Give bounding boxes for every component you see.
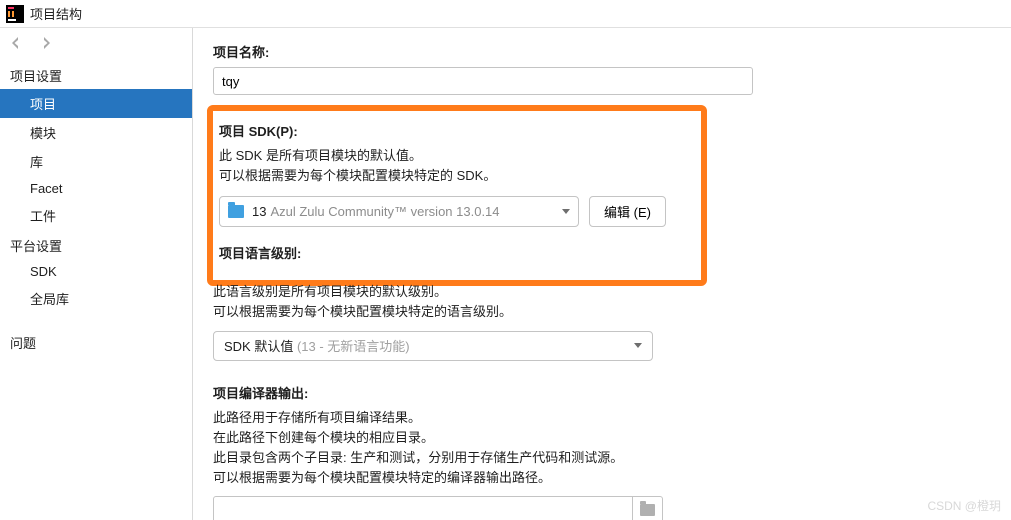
sidebar: 项目设置 项目 模块 库 Facet 工件 平台设置 SDK 全局库 问题 (0, 28, 193, 520)
project-sdk-label: 项目 SDK(P): (219, 121, 695, 140)
sidebar-item-modules[interactable]: 模块 (0, 118, 192, 147)
sidebar-item-artifacts[interactable]: 工件 (0, 201, 192, 230)
sidebar-item-facet[interactable]: Facet (0, 176, 192, 201)
output-desc-4: 可以根据需要为每个模块配置模块特定的编译器输出路径。 (213, 468, 991, 488)
sidebar-item-libraries[interactable]: 库 (0, 147, 192, 176)
project-name-input[interactable] (213, 67, 753, 95)
sdk-desc-2: 可以根据需要为每个模块配置模块特定的 SDK。 (219, 166, 695, 186)
output-desc-2: 在此路径下创建每个模块的相应目录。 (213, 428, 991, 448)
chevron-down-icon (562, 209, 570, 214)
lang-desc-2: 可以根据需要为每个模块配置模块特定的语言级别。 (213, 302, 991, 322)
sidebar-item-project[interactable]: 项目 (0, 89, 192, 118)
edit-sdk-button[interactable]: 编辑 (E) (589, 196, 666, 227)
titlebar: 项目结构 (0, 0, 1011, 28)
app-icon (6, 5, 24, 23)
nav-arrows (0, 28, 192, 60)
sdk-selected-text: 13Azul Zulu Community™ version 13.0.14 (252, 204, 562, 219)
language-level-selected: SDK 默认值 (13 - 无新语言功能) (224, 336, 410, 355)
folder-icon (228, 205, 244, 218)
output-desc-1: 此路径用于存储所有项目编译结果。 (213, 408, 991, 428)
sidebar-group-project-settings: 项目设置 (0, 60, 192, 89)
sdk-desc-1: 此 SDK 是所有项目模块的默认值。 (219, 146, 695, 166)
compiler-output-input[interactable] (213, 496, 633, 520)
chevron-down-icon (634, 343, 642, 348)
watermark: CSDN @橙玥 (927, 497, 1001, 514)
lang-desc-1: 此语言级别是所有项目模块的默认级别。 (213, 282, 991, 302)
main-panel: 项目名称: 项目 SDK(P): 此 SDK 是所有项目模块的默认值。 可以根据… (193, 28, 1011, 520)
browse-output-button[interactable] (633, 496, 663, 520)
sidebar-item-global-libraries[interactable]: 全局库 (0, 284, 192, 313)
language-level-dropdown[interactable]: SDK 默认值 (13 - 无新语言功能) (213, 331, 653, 361)
sidebar-item-sdk[interactable]: SDK (0, 259, 192, 284)
compiler-output-label: 项目编译器输出: (213, 383, 991, 402)
sdk-dropdown[interactable]: 13Azul Zulu Community™ version 13.0.14 (219, 196, 579, 227)
window-title: 项目结构 (30, 4, 82, 23)
back-icon[interactable] (8, 35, 24, 54)
language-level-label: 项目语言级别: (219, 243, 695, 262)
project-name-label: 项目名称: (213, 42, 991, 61)
folder-icon (640, 504, 655, 516)
sidebar-group-platform-settings: 平台设置 (0, 230, 192, 259)
output-desc-3: 此目录包含两个子目录: 生产和测试，分别用于存储生产代码和测试源。 (213, 448, 991, 468)
sidebar-item-problems[interactable]: 问题 (0, 327, 192, 356)
forward-icon[interactable] (38, 35, 54, 54)
sdk-highlight-box: 项目 SDK(P): 此 SDK 是所有项目模块的默认值。 可以根据需要为每个模… (207, 105, 707, 286)
